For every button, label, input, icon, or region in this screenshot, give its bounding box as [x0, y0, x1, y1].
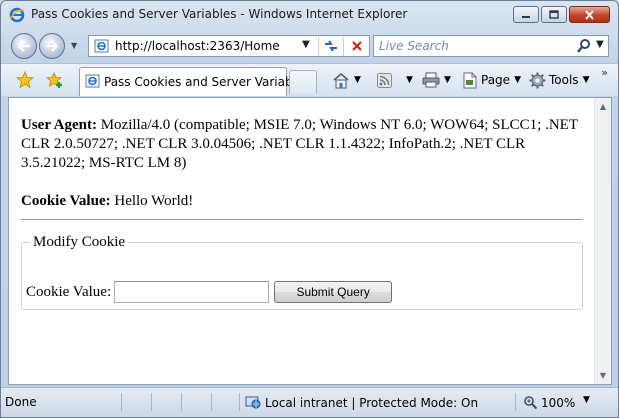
back-button[interactable]: [11, 33, 37, 59]
status-divider: [121, 393, 122, 411]
user-agent-line: User Agent: Mozilla/4.0 (compatible; MSI…: [21, 116, 583, 173]
forward-arrow-icon: [46, 40, 59, 52]
status-text: Done: [5, 395, 37, 409]
window-title: Pass Cookies and Server Variables - Wind…: [31, 7, 408, 21]
cookie-value-label: Cookie Value:: [21, 193, 111, 209]
search-icon[interactable]: [576, 38, 592, 54]
user-agent-value: Mozilla/4.0 (compatible; MSIE 7.0; Windo…: [21, 117, 578, 171]
refresh-icon: [325, 40, 337, 52]
status-divider: [181, 393, 182, 411]
page-dropdown-icon: ▼: [514, 75, 521, 85]
security-zone-text: Local intranet | Protected Mode: On: [265, 395, 479, 410]
browser-window: Pass Cookies and Server Variables - Wind…: [0, 0, 619, 418]
print-button[interactable]: ▼: [422, 70, 451, 90]
vertical-scrollbar[interactable]: ▲ ▼: [594, 98, 611, 384]
new-tab-button[interactable]: [289, 70, 317, 94]
page-favicon-icon: [94, 39, 109, 53]
forward-button[interactable]: [39, 33, 65, 59]
cookie-form-row: Cookie Value: Submit Query: [26, 281, 393, 303]
maximize-button[interactable]: [541, 6, 567, 23]
security-zone[interactable]: Local intranet | Protected Mode: On: [245, 395, 478, 410]
zoom-text: 100%: [541, 395, 576, 410]
cookie-value-text: Hello World!: [110, 193, 194, 209]
zoom-level[interactable]: 100%: [523, 395, 575, 410]
title-bar: Pass Cookies and Server Variables - Wind…: [1, 1, 618, 29]
zoom-magnifier-icon: [524, 396, 538, 410]
modify-cookie-legend: Modify Cookie: [33, 234, 126, 250]
cookie-value-line: Cookie Value: Hello World!: [21, 192, 583, 211]
feeds-button[interactable]: ▼: [377, 70, 413, 90]
add-favorites-button[interactable]: [45, 70, 65, 90]
minimize-icon: [522, 15, 530, 18]
scroll-down-arrow-icon[interactable]: ▼: [595, 367, 611, 384]
print-dropdown-icon[interactable]: ▼: [444, 75, 451, 85]
ie-logo-icon: [9, 7, 25, 23]
search-box[interactable]: Live Search ▼: [373, 35, 609, 57]
page-content-area: User Agent: Mozilla/4.0 (compatible; MSI…: [8, 97, 612, 385]
status-divider: [211, 393, 212, 411]
submit-query-button[interactable]: Submit Query: [274, 281, 393, 303]
page-icon: [463, 72, 477, 88]
stop-icon: [352, 41, 362, 51]
print-icon: [422, 72, 440, 88]
tab-label: Pass Cookies and Server Variables: [104, 75, 310, 89]
tools-menu-label: Tools: [549, 73, 579, 87]
address-bar[interactable]: http://localhost:2363/Home ▼: [88, 35, 370, 57]
scroll-up-arrow-icon[interactable]: ▲: [595, 98, 611, 115]
tools-menu-button[interactable]: Tools ▼: [529, 70, 589, 90]
navigation-bar: ▼ http://localhost:2363/Home ▼ Live Sear…: [1, 31, 618, 61]
modify-cookie-fieldset: Modify Cookie Cookie Value: Submit Query: [21, 234, 583, 310]
favorites-center-button[interactable]: [15, 70, 35, 90]
intranet-globe-icon: [245, 396, 261, 409]
close-icon: [585, 9, 594, 20]
cookie-input-label: Cookie Value:: [26, 283, 112, 300]
close-button[interactable]: [569, 6, 610, 23]
toolbar-overflow-icon[interactable]: »: [601, 66, 608, 79]
tab-favicon-icon: [85, 74, 100, 88]
status-divider: [239, 393, 240, 411]
address-url: http://localhost:2363/Home: [115, 39, 280, 53]
search-dropdown-icon[interactable]: ▼: [596, 39, 604, 50]
feeds-dropdown-icon[interactable]: ▼: [406, 75, 413, 85]
horizontal-rule: [21, 219, 583, 220]
home-button[interactable]: ▼: [332, 70, 361, 90]
tools-gear-icon: [529, 72, 546, 88]
user-agent-label: User Agent:: [21, 117, 97, 133]
history-dropdown-icon[interactable]: ▼: [71, 41, 77, 50]
page-body: User Agent: Mozilla/4.0 (compatible; MSI…: [21, 116, 583, 220]
maximize-icon: [549, 9, 559, 19]
tab-active[interactable]: Pass Cookies and Server Variables: [79, 67, 310, 96]
zoom-dropdown-icon[interactable]: ▼: [583, 395, 590, 405]
address-dropdown-icon[interactable]: ▼: [302, 39, 310, 50]
page-menu-button[interactable]: Page ▼: [462, 70, 521, 90]
command-bar: Pass Cookies and Server Variables ▼ ▼ ▼ …: [1, 63, 618, 96]
refresh-button[interactable]: [318, 36, 343, 56]
search-placeholder: Live Search: [379, 39, 449, 53]
home-icon: [333, 72, 349, 88]
cookie-value-input[interactable]: [114, 281, 270, 303]
tools-dropdown-icon: ▼: [582, 75, 590, 85]
caption-buttons: [511, 6, 610, 23]
feeds-icon: [377, 72, 392, 88]
status-bar: Done Local intranet | Protected Mode: On…: [1, 387, 618, 417]
home-dropdown-icon[interactable]: ▼: [354, 75, 361, 85]
status-divider: [151, 393, 152, 411]
minimize-button[interactable]: [513, 6, 539, 23]
back-arrow-icon: [17, 40, 30, 52]
status-divider: [515, 393, 516, 411]
add-favorites-icon: [46, 72, 63, 88]
stop-button[interactable]: [343, 36, 370, 56]
page-menu-label: Page: [481, 73, 511, 87]
favorites-star-icon: [16, 71, 34, 89]
